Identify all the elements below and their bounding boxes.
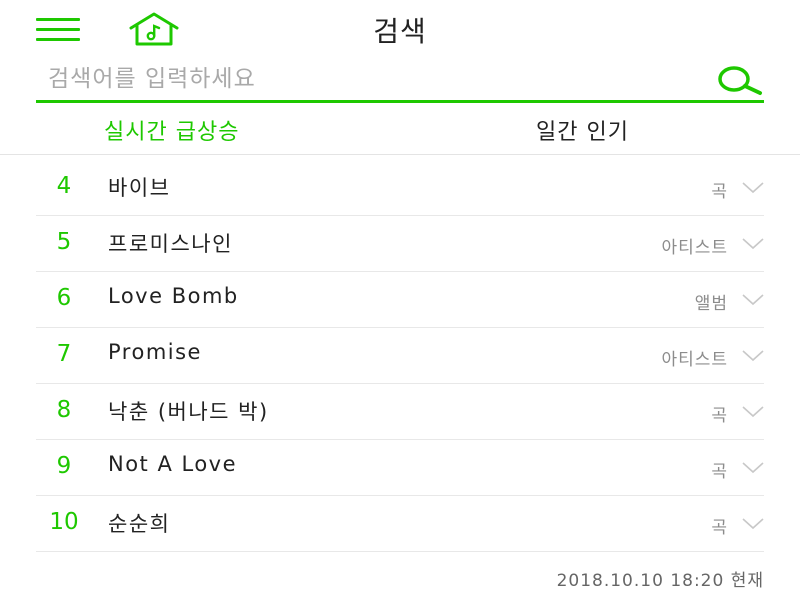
chevron-down-icon: [742, 238, 764, 250]
rank-number: 6: [56, 285, 72, 311]
list-item[interactable]: 5 프로미스나인 아티스트: [36, 216, 764, 272]
category-label: 곡: [711, 462, 728, 482]
category-label: 아티스트: [661, 350, 728, 370]
tab-realtime-rising[interactable]: 실시간 급상승: [104, 114, 239, 146]
list-item[interactable]: 7 Promise 아티스트: [36, 328, 764, 384]
rank-number: 7: [56, 341, 72, 367]
category-label: 곡: [711, 406, 728, 426]
keyword-text: Love Bomb: [108, 284, 239, 308]
category-label: 아티스트: [661, 238, 728, 258]
search-input[interactable]: [48, 60, 688, 98]
chevron-down-icon: [742, 406, 764, 418]
rank-number: 10: [49, 509, 79, 535]
list-item[interactable]: 4 바이브 곡: [36, 160, 764, 216]
rank-number: 9: [56, 453, 72, 479]
search-bar: [36, 58, 764, 103]
keyword-text: Promise: [108, 340, 202, 364]
list-item[interactable]: 8 낙춘 (버나드 박) 곡: [36, 384, 764, 440]
app-header: 검색: [0, 0, 800, 58]
chevron-down-icon: [742, 350, 764, 362]
update-timestamp: 2018.10.10 18:20 현재: [556, 571, 764, 591]
keyword-text: 순순희: [108, 512, 171, 536]
chevron-down-icon: [742, 462, 764, 474]
rank-number: 8: [56, 397, 72, 423]
category-label: 곡: [711, 182, 728, 202]
tab-daily-popular[interactable]: 일간 인기: [536, 114, 629, 146]
rank-number: 5: [56, 229, 72, 255]
keyword-text: 바이브: [108, 176, 171, 200]
keyword-text: 낙춘 (버나드 박): [108, 400, 269, 424]
tab-bar: 실시간 급상승 일간 인기: [0, 104, 800, 155]
category-label: 앨범: [694, 294, 728, 314]
chevron-down-icon: [742, 294, 764, 306]
list-item[interactable]: 6 Love Bomb 앨범: [36, 272, 764, 328]
page-title: 검색: [373, 15, 427, 48]
rank-number: 4: [56, 173, 72, 199]
keyword-text: Not A Love: [108, 452, 238, 476]
category-label: 곡: [711, 518, 728, 538]
search-icon: [718, 66, 762, 95]
list-item[interactable]: 9 Not A Love 곡: [36, 440, 764, 496]
list-item[interactable]: 10 순순희 곡: [36, 496, 764, 552]
keyword-text: 프로미스나인: [108, 232, 233, 256]
keyword-ranking-list: 4 바이브 곡 5 프로미스나인 아티스트 6 Love Bomb 앨범 7 P…: [36, 160, 764, 552]
search-button[interactable]: [716, 62, 764, 96]
chevron-down-icon: [742, 518, 764, 530]
chevron-down-icon: [742, 182, 764, 194]
